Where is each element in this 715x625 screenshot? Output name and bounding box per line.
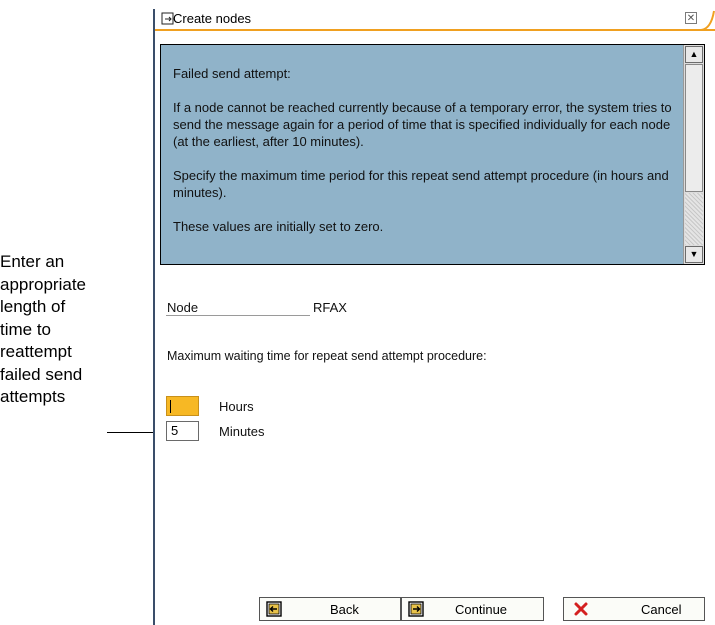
- scroll-track[interactable]: [685, 193, 703, 245]
- hours-label: Hours: [219, 399, 254, 414]
- help-paragraph-3: Specify the maximum time period for this…: [173, 168, 669, 200]
- annotation-pointer-line: [107, 432, 158, 433]
- annotation-line-7: attempts: [0, 387, 66, 406]
- cancel-button[interactable]: Cancel: [563, 597, 705, 621]
- help-paragraph-2: If a node cannot be reached currently be…: [173, 100, 672, 149]
- help-scrollbar[interactable]: ▲ ▼: [683, 45, 704, 264]
- help-paragraph-4: These values are initially set to zero.: [173, 219, 384, 234]
- close-button[interactable]: ✕: [685, 12, 697, 24]
- help-text-panel: Failed send attempt: If a node cannot be…: [160, 44, 705, 265]
- titlebar-curve: [701, 10, 715, 31]
- continue-label: Continue: [455, 602, 508, 617]
- cancel-x-icon: [574, 602, 588, 616]
- minutes-value: 5: [171, 423, 179, 438]
- text-caret: [170, 400, 171, 413]
- annotation-line-1: Enter an: [0, 252, 65, 271]
- minutes-label: Minutes: [219, 424, 265, 439]
- node-label: Node: [167, 300, 199, 315]
- max-wait-label: Maximum waiting time for repeat send att…: [167, 349, 487, 363]
- hours-input[interactable]: [166, 396, 199, 416]
- continue-button[interactable]: Continue: [401, 597, 544, 621]
- back-button[interactable]: Back: [259, 597, 401, 621]
- scroll-thumb[interactable]: [685, 64, 703, 192]
- help-paragraph-1: Failed send attempt:: [173, 66, 291, 81]
- minutes-input[interactable]: 5: [166, 421, 199, 441]
- create-nodes-dialog: Create nodes ✕ Failed send attempt: If a…: [153, 9, 715, 625]
- dialog-titlebar: Create nodes ✕: [155, 9, 715, 31]
- node-label-underline: [166, 315, 310, 316]
- annotation-line-3: length of: [0, 297, 66, 316]
- back-label: Back: [330, 602, 359, 617]
- dialog-title: Create nodes: [173, 11, 252, 26]
- annotation-line-4: time to: [0, 319, 52, 339]
- scroll-down-arrow-icon[interactable]: ▼: [685, 246, 703, 263]
- dialog-frame-edge: [153, 9, 155, 625]
- back-icon: [266, 601, 282, 617]
- help-text-content: Failed send attempt: If a node cannot be…: [161, 45, 683, 264]
- annotation-line-2: appropriate: [0, 274, 87, 294]
- annotation-line-5: reattempt: [0, 342, 72, 361]
- continue-icon: [408, 601, 424, 617]
- cancel-label: Cancel: [641, 602, 682, 617]
- scroll-up-arrow-icon[interactable]: ▲: [685, 46, 703, 63]
- annotation-line-6: failed send: [0, 364, 83, 384]
- node-value: RFAX: [313, 300, 347, 315]
- annotation-callout: Enter an appropriate length of time to r…: [0, 251, 160, 409]
